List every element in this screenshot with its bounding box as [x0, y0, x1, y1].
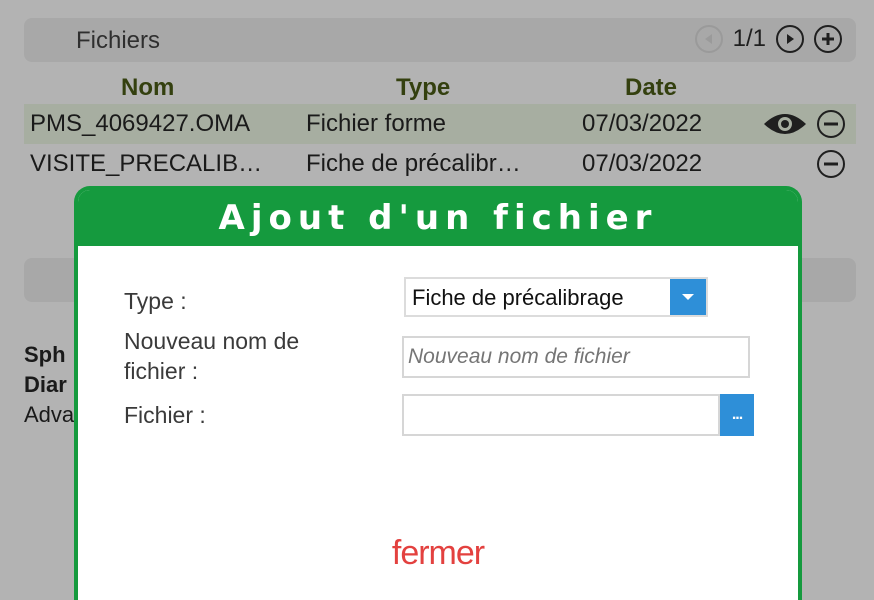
add-file-dialog: Ajout d'un fichier Type : Fiche de préca… [74, 186, 802, 600]
background-label: Adva [24, 402, 75, 427]
chevron-down-icon[interactable] [670, 279, 706, 315]
background-label: Diar [24, 372, 67, 397]
background-label: Sph [24, 342, 66, 367]
remove-file-icon[interactable] [816, 109, 846, 144]
file-label: Fichier : [124, 402, 206, 428]
type-select[interactable]: Fiche de précalibrage [404, 277, 708, 317]
browse-button[interactable]: ... [720, 394, 754, 436]
file-type: Fiche de précalibr… [306, 150, 521, 177]
column-header-name: Nom [121, 74, 175, 101]
files-header: Fichiers 1/1 [24, 18, 856, 62]
files-title: Fichiers [76, 27, 161, 54]
column-header-date: Date [625, 74, 678, 101]
table-row[interactable]: VISITE_PRECALIB… Fiche de précalibr… 07/… [24, 144, 856, 184]
file-date: 07/03/2022 [582, 110, 703, 137]
page-indicator: 1/1 [732, 25, 766, 52]
table-row[interactable]: PMS_4069427.OMA Fichier forme 07/03/2022 [24, 104, 856, 144]
type-label: Type : [124, 288, 187, 314]
eye-icon[interactable] [762, 109, 808, 144]
file-date: 07/03/2022 [582, 150, 703, 177]
add-file-icon[interactable] [814, 25, 842, 53]
file-name: PMS_4069427.OMA [30, 110, 251, 137]
type-select-value: Fiche de précalibrage [412, 285, 624, 310]
column-header-type: Type [396, 74, 451, 101]
file-name: VISITE_PRECALIB… [30, 150, 263, 177]
prev-page-icon[interactable] [694, 25, 723, 53]
dialog-title: Ajout d'un fichier [218, 198, 658, 238]
pager: 1/1 [694, 25, 842, 53]
new-name-input[interactable] [402, 336, 750, 378]
remove-file-icon[interactable] [816, 149, 846, 184]
next-page-icon[interactable] [776, 25, 804, 53]
file-type: Fichier forme [306, 110, 447, 137]
dialog-header: Ajout d'un fichier [78, 190, 798, 246]
close-button[interactable]: fermer [78, 534, 798, 573]
new-name-label: Nouveau nom de fichier : [124, 328, 300, 384]
file-path-field[interactable] [402, 394, 720, 436]
